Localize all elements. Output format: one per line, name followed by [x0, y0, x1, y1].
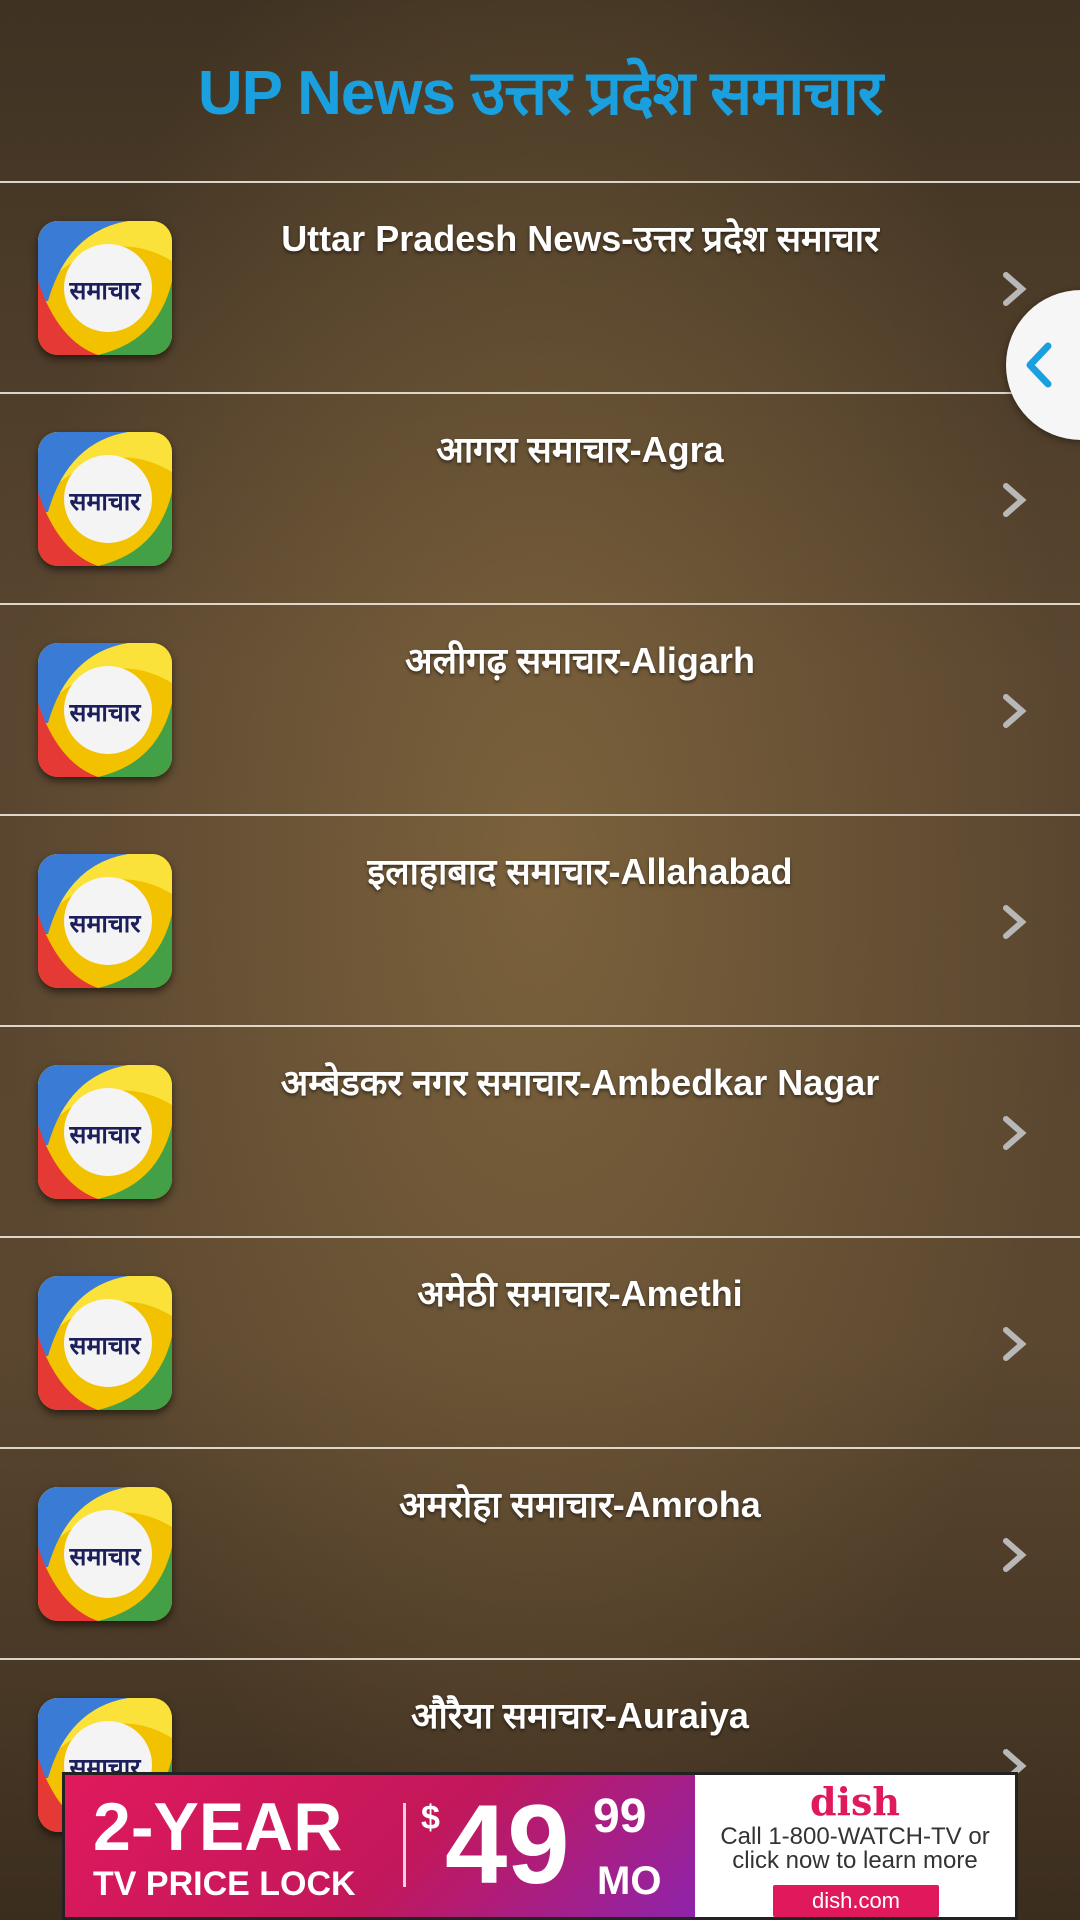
list-item[interactable]: समाचार अलीगढ़ समाचार-Aligarh: [0, 603, 1080, 814]
list-item[interactable]: समाचार अम्बेडकर नगर समाचार-Ambedkar Naga…: [0, 1025, 1080, 1236]
icon-text: समाचार: [69, 1120, 143, 1149]
news-list: समाचार Uttar Pradesh News-उत्तर प्रदेश स…: [0, 181, 1080, 1869]
row-label: इलाहाबाद समाचार-Allahabad: [367, 851, 793, 892]
ad-offer-panel: 2-YEAR TV PRICE LOCK $ 49 99 MO: [65, 1775, 695, 1917]
icon-text: समाचार: [69, 487, 143, 516]
samachar-app-icon: समाचार: [38, 221, 172, 355]
list-item[interactable]: समाचार अमरोहा समाचार-Amroha: [0, 1447, 1080, 1658]
chevron-right-icon: [1003, 483, 1027, 517]
icon-text: समाचार: [69, 1331, 143, 1360]
samachar-app-icon: समाचार: [38, 1487, 172, 1621]
row-label: आगरा समाचार-Agra: [436, 429, 724, 470]
chevron-right-icon: [1003, 905, 1027, 939]
chevron-right-icon: [1003, 1116, 1027, 1150]
samachar-app-icon: समाचार: [38, 1276, 172, 1410]
ad-cents: 99: [593, 1790, 647, 1843]
icon-text: समाचार: [69, 1542, 143, 1571]
chevron-right-icon: [1003, 272, 1027, 306]
ad-price: 49: [445, 1782, 570, 1907]
icon-text: समाचार: [69, 909, 143, 938]
list-item[interactable]: समाचार आगरा समाचार-Agra: [0, 392, 1080, 603]
samachar-app-icon: समाचार: [38, 1065, 172, 1199]
chevron-left-icon: [1026, 342, 1052, 388]
samachar-app-icon: समाचार: [38, 643, 172, 777]
list-item[interactable]: समाचार Uttar Pradesh News-उत्तर प्रदेश स…: [0, 181, 1080, 392]
ad-divider: [403, 1803, 406, 1887]
row-label: अमेठी समाचार-Amethi: [417, 1273, 743, 1314]
samachar-app-icon: समाचार: [38, 854, 172, 988]
ad-brand-logo: dish: [809, 1779, 901, 1824]
list-item[interactable]: समाचार इलाहाबाद समाचार-Allahabad: [0, 814, 1080, 1025]
ad-subline: TV PRICE LOCK: [93, 1865, 356, 1903]
ad-currency: $: [421, 1799, 440, 1837]
chevron-right-icon: [1003, 1538, 1027, 1572]
icon-text: समाचार: [69, 698, 143, 727]
list-item[interactable]: समाचार अमेठी समाचार-Amethi: [0, 1236, 1080, 1447]
app-title: UP News उत्तर प्रदेश समाचार: [197, 59, 883, 128]
banner-ad[interactable]: 2-YEAR TV PRICE LOCK $ 49 99 MO dish Cal…: [62, 1772, 1018, 1920]
chevron-right-icon: [1003, 694, 1027, 728]
row-label: अमरोहा समाचार-Amroha: [399, 1484, 761, 1525]
chevron-right-icon: [1003, 1327, 1027, 1361]
ad-copy: Call 1-800-WATCH-TV or click now to lear…: [720, 1823, 990, 1874]
row-label: Uttar Pradesh News-उत्तर प्रदेश समाचार: [281, 218, 879, 259]
row-label: अलीगढ़ समाचार-Aligarh: [405, 640, 755, 681]
ad-brand-panel: dish Call 1-800-WATCH-TV or click now to…: [695, 1775, 1015, 1917]
row-label: अम्बेडकर नगर समाचार-Ambedkar Nagar: [280, 1062, 880, 1103]
ad-cta-button[interactable]: dish.com: [773, 1885, 939, 1917]
samachar-app-icon: समाचार: [38, 432, 172, 566]
ad-headline: 2-YEAR: [93, 1789, 343, 1865]
row-label: औरैया समाचार-Auraiya: [411, 1695, 749, 1736]
icon-text: समाचार: [69, 276, 143, 305]
ad-period: MO: [597, 1859, 662, 1903]
